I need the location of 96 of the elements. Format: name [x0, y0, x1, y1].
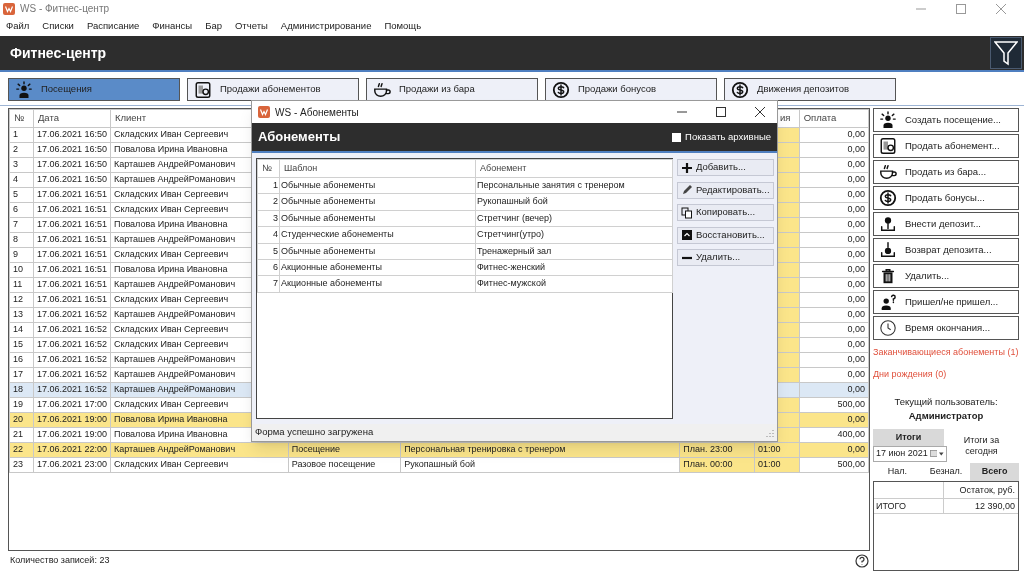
copy-icon — [681, 206, 693, 219]
alert-link[interactable]: Дни рождения (0) — [873, 367, 1019, 381]
action-button[interactable]: Продать бонусы... — [873, 186, 1019, 210]
table-cell: Фитнес-мужской — [475, 275, 673, 293]
action-button[interactable]: Продать абонемент... — [873, 134, 1019, 158]
page-title: Фитнес-центр — [10, 43, 107, 63]
plus-icon — [681, 161, 693, 174]
table-cell: Стретчинг(утро) — [475, 226, 673, 244]
maximize-icon — [716, 107, 726, 117]
table-cell: Акционные абонементы — [279, 275, 476, 293]
checkbox[interactable] — [672, 132, 682, 142]
app-icon — [258, 106, 270, 118]
cup-icon — [373, 80, 391, 99]
dialog-button[interactable]: Добавить... — [677, 159, 774, 176]
column-header[interactable]: Абонемент — [475, 159, 673, 178]
menu-item[interactable]: Администрирование — [280, 19, 372, 34]
table-cell: Рукопашный бой — [475, 193, 673, 211]
column-header[interactable]: Оплата — [799, 109, 869, 128]
table-cell: Обычные абонементы — [279, 193, 476, 211]
close-icon — [996, 3, 1006, 14]
table-cell-text: 12 390,00 — [973, 499, 1016, 513]
table-cell: 6 — [257, 259, 280, 276]
help-icon[interactable] — [855, 554, 869, 568]
column-header: Остаток, руб. — [958, 483, 1016, 497]
menu-item[interactable]: Отчеты — [235, 19, 268, 34]
table-cell: Тренажерный зал — [475, 243, 673, 260]
dialog-button[interactable]: Восстановить... — [677, 226, 774, 244]
table-cell: Персональные занятия с тренером — [475, 177, 673, 194]
totals-tab[interactable]: Итоги — [873, 428, 944, 446]
menu-item[interactable]: Списки — [42, 19, 74, 34]
table-cell: Стретчинг (вечер) — [475, 210, 673, 227]
caret-icon — [939, 451, 944, 456]
close-icon — [755, 107, 765, 117]
tab[interactable]: Движения депозитов — [724, 78, 896, 101]
window-title: WS - Фитнес-центр — [20, 2, 110, 16]
table-cell: Обычные абонементы — [279, 210, 476, 227]
action-button[interactable]: Возврат депозита... — [873, 238, 1019, 262]
tab[interactable]: Посещения — [8, 78, 180, 101]
menu-item[interactable]: Файл — [6, 19, 30, 34]
column-header[interactable]: № — [257, 159, 280, 178]
coin-tray-icon — [879, 215, 897, 233]
cup-icon — [879, 163, 897, 181]
dollar-coin-icon — [552, 80, 570, 99]
record-count: Количество записей: 23 — [10, 554, 110, 568]
table-cell: ИТОГО — [874, 498, 944, 513]
action-button[interactable]: Время окончания... — [873, 316, 1019, 340]
dialog-button[interactable]: Копировать... — [677, 204, 774, 221]
menu-item[interactable]: Помощь — [384, 19, 422, 34]
pencil-icon — [681, 184, 693, 196]
card-icon — [879, 137, 897, 155]
resize-grip-icon[interactable] — [766, 428, 774, 437]
tab[interactable]: Продажи абонементов — [187, 78, 359, 101]
table-cell: Студенческие абонементы — [279, 226, 476, 244]
menu-item[interactable]: Финансы — [152, 19, 193, 34]
action-button[interactable]: Создать посещение... — [873, 108, 1019, 132]
table-cell: 7 — [257, 275, 280, 293]
filter-button[interactable] — [990, 37, 1022, 69]
user-label: Текущий пользователь: — [894, 395, 998, 409]
calendar-icon — [929, 449, 938, 458]
dialog-button[interactable]: Редактировать... — [677, 181, 774, 199]
action-button[interactable]: Внести депозит... — [873, 212, 1019, 236]
menu-item[interactable]: Бар — [205, 19, 222, 34]
dollar-coin-icon — [731, 80, 749, 99]
table-cell: Обычные абонементы — [279, 177, 476, 194]
column-header[interactable]: Дата — [33, 109, 111, 128]
trash-icon — [879, 267, 897, 285]
column-header[interactable]: № — [9, 109, 34, 128]
alert-link[interactable]: Заканчивающиеся абонементы (1) — [873, 346, 1019, 360]
action-button[interactable]: Продать из бара... — [873, 160, 1019, 184]
filter-icon — [994, 40, 1018, 66]
coin-tray-icon — [879, 241, 897, 259]
dollar-coin-icon — [879, 189, 897, 207]
dialog-button[interactable]: Удалить... — [677, 249, 774, 266]
card-icon — [194, 80, 212, 99]
table-cell: 5 — [257, 243, 280, 260]
person-question-icon — [879, 293, 897, 311]
checkbox-label: Показать архивные — [685, 129, 771, 144]
menu-item[interactable]: Расписание — [86, 19, 140, 34]
maximize-icon — [956, 3, 966, 14]
person-icon — [15, 80, 33, 99]
table-cell: Обычные абонементы — [279, 243, 476, 260]
action-button[interactable]: Пришел/не пришел... — [873, 290, 1019, 314]
clock-icon — [879, 319, 897, 337]
tab[interactable]: Продажи бонусов — [545, 78, 717, 101]
person-icon — [879, 111, 897, 129]
table-cell: 1 — [257, 177, 280, 194]
table-cell: 3 — [257, 210, 280, 227]
action-button[interactable]: Удалить... — [873, 264, 1019, 288]
user-name: Администратор — [908, 409, 984, 424]
table-cell: 2 — [257, 193, 280, 211]
column-header[interactable]: Шаблон — [279, 159, 476, 178]
table-cell: Фитнес-женский — [475, 259, 673, 276]
tab[interactable]: Продажи из бара — [366, 78, 538, 101]
table-cell: 4 — [257, 226, 280, 244]
table-cell: Акционные абонементы — [279, 259, 476, 276]
restore-icon — [681, 229, 693, 241]
